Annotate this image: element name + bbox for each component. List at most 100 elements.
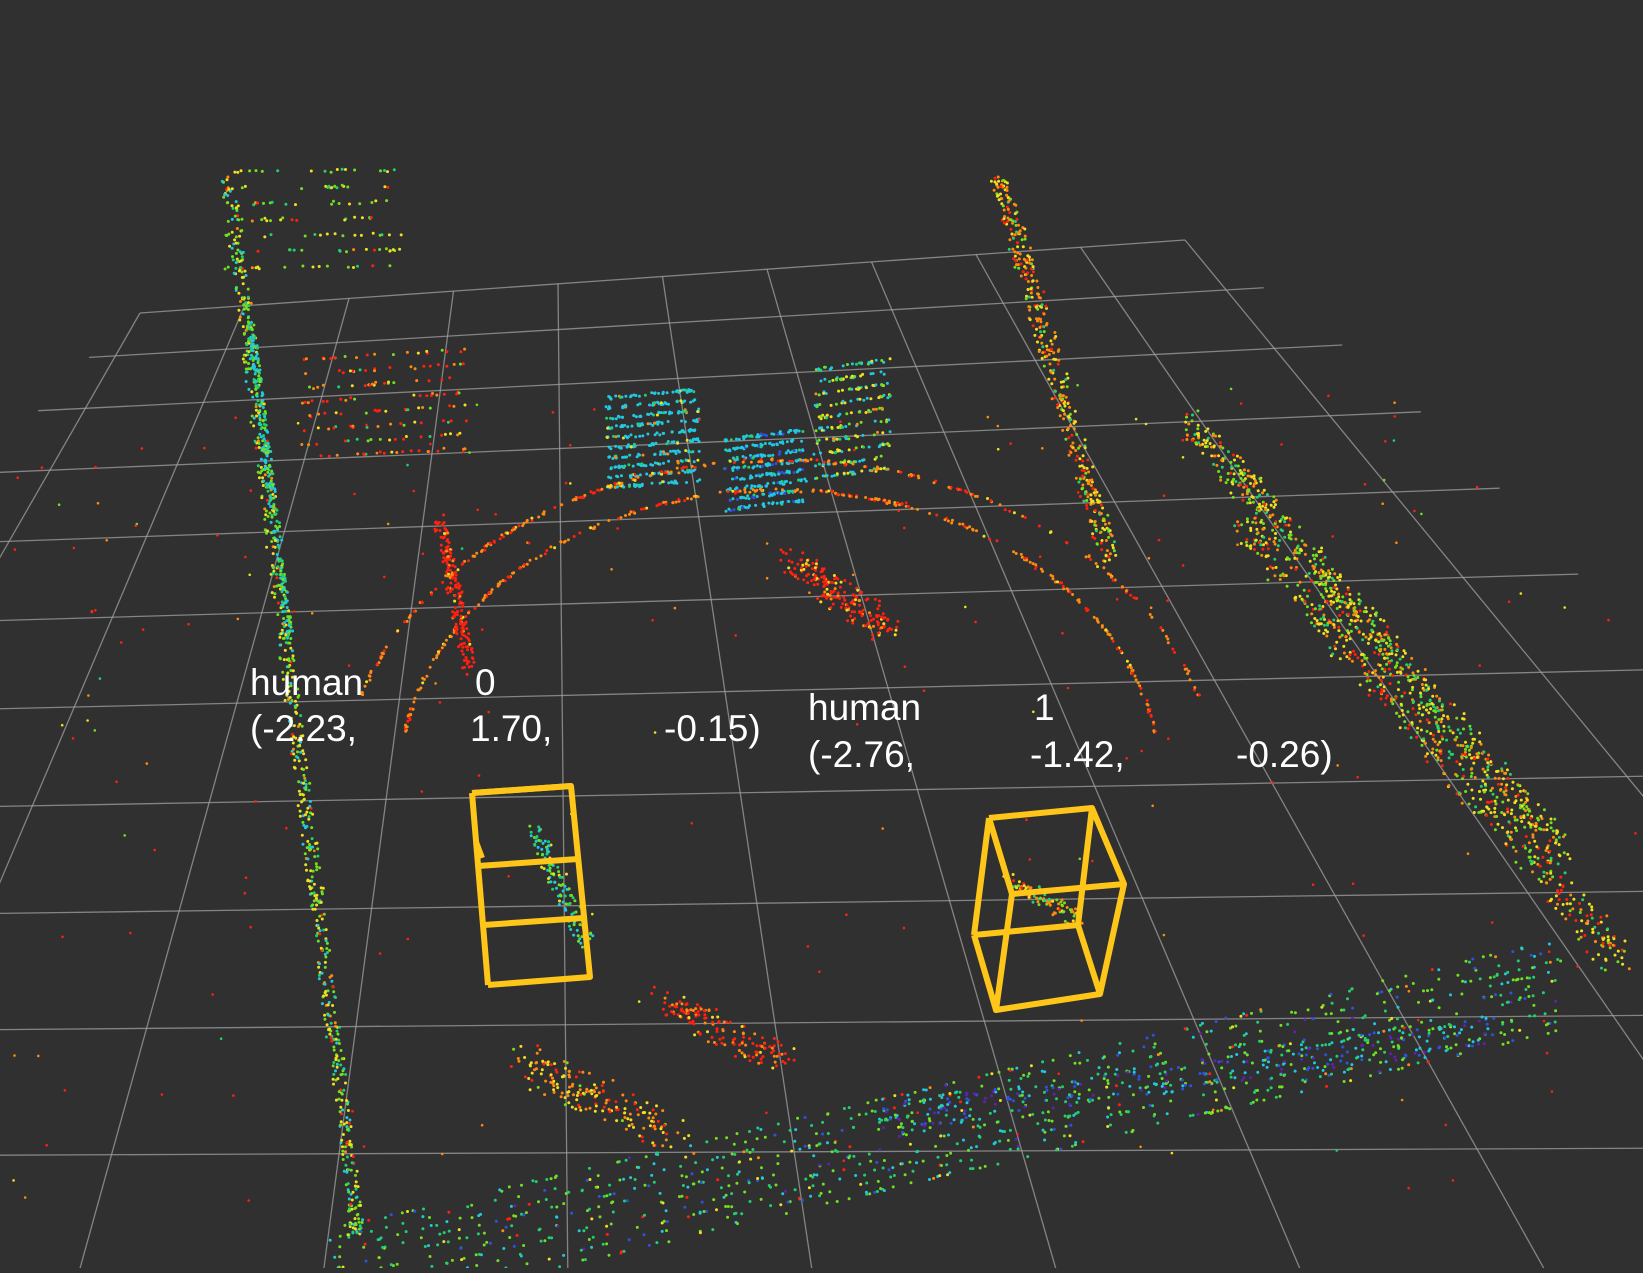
cloud-point — [451, 610, 454, 613]
cloud-point — [369, 675, 372, 678]
cloud-point — [1313, 547, 1316, 550]
cloud-point — [1111, 637, 1114, 640]
cloud-point — [302, 782, 305, 785]
cloud-point — [385, 247, 388, 250]
cloud-point — [866, 397, 869, 400]
cloud-point — [1288, 534, 1291, 537]
cloud-point — [1429, 707, 1432, 710]
cloud-point — [317, 426, 320, 429]
cloud-point — [349, 1203, 352, 1206]
cloud-point — [1514, 819, 1517, 822]
cloud-point — [847, 460, 850, 463]
cloud-point — [1225, 481, 1228, 484]
cloud-point — [1185, 428, 1188, 431]
cloud-point — [1369, 633, 1372, 636]
cloud-point — [1304, 553, 1307, 556]
cloud-point — [763, 454, 766, 457]
cloud-point — [872, 618, 875, 621]
cloud-point — [383, 169, 386, 172]
cloud-point — [608, 407, 611, 410]
cloud-point — [788, 559, 791, 562]
cloud-point — [1185, 668, 1188, 671]
cloud-point — [832, 437, 835, 440]
cloud-point — [1514, 795, 1517, 798]
cloud-point — [895, 629, 898, 632]
cloud-point — [1215, 464, 1218, 467]
cloud-point — [1465, 756, 1468, 759]
cloud-point — [320, 947, 323, 950]
cloud-point — [685, 410, 688, 413]
cloud-point — [1107, 528, 1110, 531]
cloud-point — [440, 549, 443, 552]
cloud-point — [263, 415, 266, 418]
cloud-point — [241, 296, 244, 299]
cloud-point — [866, 1101, 869, 1104]
cloud-point — [1374, 639, 1377, 642]
cloud-point — [1084, 472, 1087, 475]
cloud-point — [1111, 544, 1114, 547]
cloud-point — [1038, 326, 1041, 329]
cloud-point — [858, 611, 861, 614]
cloud-point — [1205, 1030, 1208, 1033]
cloud-point — [1052, 369, 1055, 372]
cloud-point — [1067, 415, 1070, 418]
cloud-point — [800, 459, 803, 462]
cloud-point — [1239, 1015, 1242, 1018]
cloud-point — [346, 186, 349, 189]
cloud-point — [816, 459, 819, 462]
cloud-point — [285, 624, 288, 627]
cloud-point — [1405, 985, 1408, 988]
cloud-point — [1412, 678, 1415, 681]
cloud-point — [1473, 757, 1476, 760]
cloud-point — [1466, 783, 1469, 786]
cloud-point — [251, 339, 254, 342]
cloud-point — [1108, 522, 1111, 525]
cloud-point — [1591, 917, 1594, 920]
cloud-point — [339, 1110, 342, 1113]
cloud-point — [1431, 968, 1434, 971]
cloud-point — [624, 514, 627, 517]
cloud-point — [274, 490, 277, 493]
3d-viewport[interactable]: human 0 (-2.23, 1.70, -0.15) human 1 (-2… — [0, 0, 1643, 1268]
scene-canvas[interactable] — [0, 0, 1643, 1268]
cloud-point — [1006, 189, 1009, 192]
cloud-point — [506, 532, 509, 535]
cloud-point — [1015, 552, 1018, 555]
cloud-point — [1368, 689, 1371, 692]
cloud-point — [1003, 222, 1006, 225]
cloud-point — [1255, 528, 1258, 531]
cloud-point — [308, 386, 311, 389]
cloud-point — [851, 619, 854, 622]
cloud-point — [311, 837, 314, 840]
cloud-point — [605, 405, 608, 408]
cloud-point — [383, 185, 386, 188]
cloud-point — [1026, 271, 1029, 274]
cloud-point — [494, 1199, 497, 1202]
cloud-point — [1104, 560, 1107, 563]
cloud-point — [856, 423, 859, 426]
cloud-point — [1266, 578, 1269, 581]
cloud-point — [1050, 530, 1053, 533]
cloud-point — [871, 469, 874, 472]
cloud-point — [1523, 826, 1526, 829]
cloud-point — [615, 424, 618, 427]
cloud-point — [737, 507, 740, 510]
cloud-point — [1154, 1042, 1157, 1045]
cloud-point — [876, 498, 879, 501]
cloud-point — [818, 403, 821, 406]
cloud-point — [241, 218, 244, 221]
cloud-point — [1364, 606, 1367, 609]
cloud-point — [332, 1083, 335, 1086]
cloud-point — [1420, 729, 1423, 732]
cloud-point — [365, 248, 368, 251]
cloud-point — [1185, 438, 1188, 441]
cloud-point — [242, 282, 245, 285]
cloud-point — [641, 434, 644, 437]
cloud-point — [267, 490, 270, 493]
cloud-point — [260, 427, 263, 430]
cloud-point — [1317, 629, 1320, 632]
cloud-point — [1131, 672, 1134, 675]
cloud-point — [868, 611, 871, 614]
cloud-point — [448, 541, 451, 544]
cloud-point — [559, 541, 562, 544]
